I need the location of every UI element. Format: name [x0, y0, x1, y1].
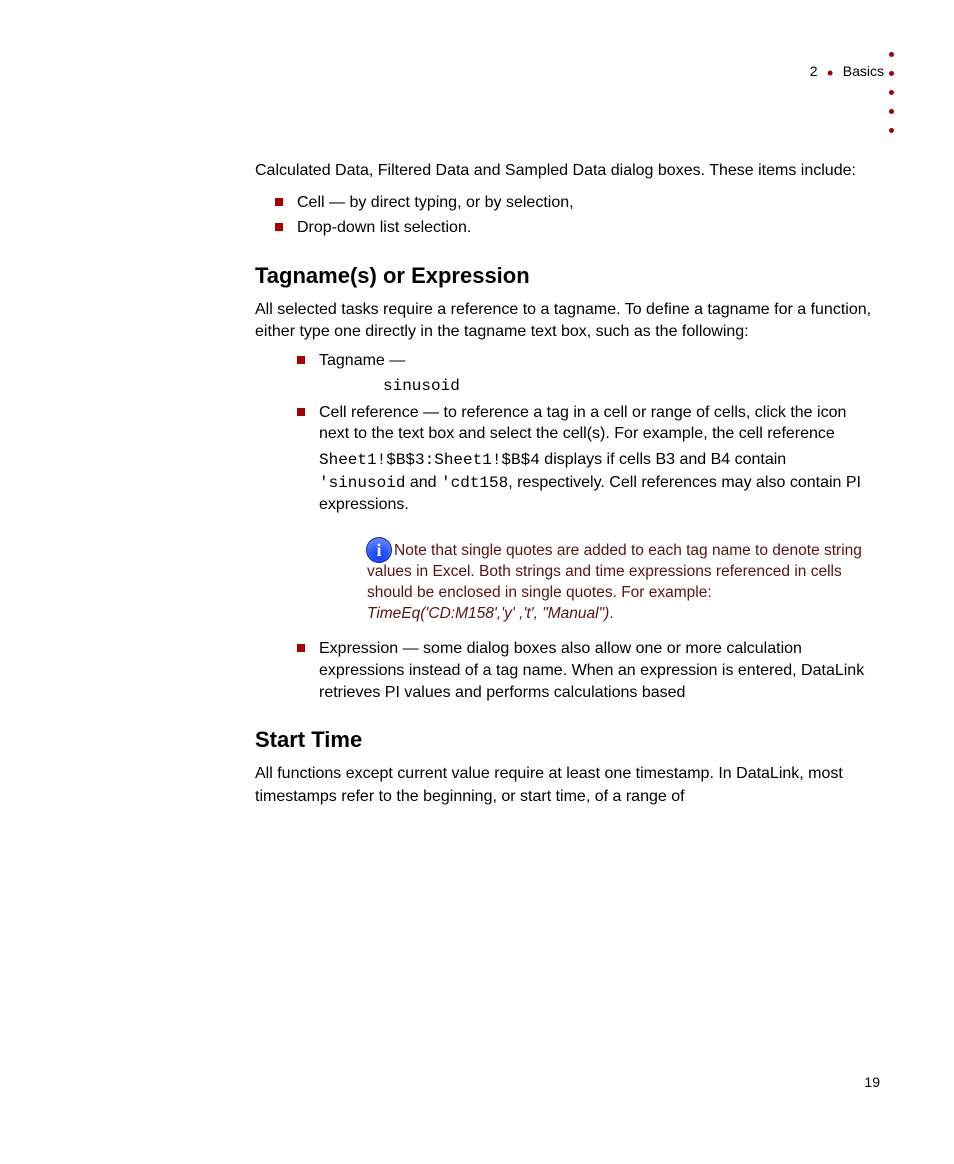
- note-period: .: [609, 605, 613, 622]
- intro-list: Cell — by direct typing, or by selection…: [275, 192, 875, 239]
- section-heading-tagname: Tagname(s) or Expression: [255, 263, 875, 289]
- intro-paragraph: Calculated Data, Filtered Data and Sampl…: [255, 160, 875, 182]
- cell-value-code-2: 'cdt158: [441, 474, 508, 492]
- list-item: Tagname — sinusoid: [297, 350, 875, 398]
- decorative-dot: [889, 128, 894, 133]
- cell-reference-mid: displays if cells B3 and B4 contain: [540, 451, 786, 468]
- decorative-dot: [889, 109, 894, 114]
- note-text: Note that single quotes are added to eac…: [367, 542, 862, 601]
- tag-bullet-label: Tagname —: [319, 352, 405, 369]
- running-header: 2 • Basics: [764, 60, 884, 81]
- list-item: Cell reference — to reference a tag in a…: [297, 402, 875, 625]
- starttime-paragraph: All functions except current value requi…: [255, 763, 875, 808]
- list-item: Expression — some dialog boxes also allo…: [297, 638, 875, 703]
- list-item: Cell — by direct typing, or by selection…: [275, 192, 875, 214]
- chapter-number: 2: [810, 63, 818, 79]
- note-code-example: TimeEq('CD:M158','y' ,'t', "Manual"): [367, 605, 609, 622]
- info-icon: [367, 538, 391, 562]
- cell-reference-and: and: [405, 474, 441, 491]
- decorative-dot: [889, 71, 894, 76]
- decorative-dot: [889, 52, 894, 57]
- page-number: 19: [864, 1074, 880, 1090]
- chapter-title: Basics: [843, 63, 884, 79]
- tag-example-code: sinusoid: [383, 377, 460, 395]
- cell-value-code-1: 'sinusoid: [319, 474, 405, 492]
- cell-reference-text: Cell reference — to reference a tag in a…: [319, 404, 846, 443]
- list-item: Drop-down list selection.: [275, 217, 875, 239]
- header-bullet-icon: •: [822, 63, 838, 83]
- decorative-dot: [889, 90, 894, 95]
- note-callout: Note that single quotes are added to eac…: [367, 538, 867, 625]
- tagname-intro-paragraph: All selected tasks require a reference t…: [255, 301, 871, 340]
- header-dot-column: [889, 52, 894, 133]
- section-heading-starttime: Start Time: [255, 727, 875, 753]
- section-body: All selected tasks require a reference t…: [255, 299, 875, 344]
- tagname-options-list: Tagname — sinusoid Cell reference — to r…: [297, 350, 875, 704]
- expression-bullet-text: Expression — some dialog boxes also allo…: [319, 640, 864, 700]
- cell-reference-code: Sheet1!$B$3:Sheet1!$B$4: [319, 451, 540, 469]
